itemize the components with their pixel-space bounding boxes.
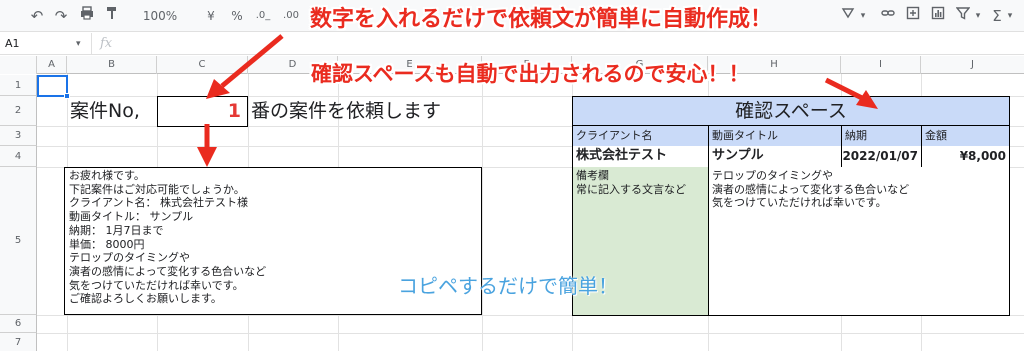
- annotation-bottom: コピペするだけで簡単！: [398, 274, 618, 298]
- arrow-to-confirm-space: [824, 77, 878, 109]
- annotation-top: 数字を入れるだけで依頼文が簡単に自動作成！: [310, 7, 773, 32]
- arrow-to-message: [197, 124, 217, 167]
- arrow-to-case-number: [206, 34, 284, 99]
- annotation-middle: 確認スペースも自動で出力されるので安心！！: [311, 62, 750, 86]
